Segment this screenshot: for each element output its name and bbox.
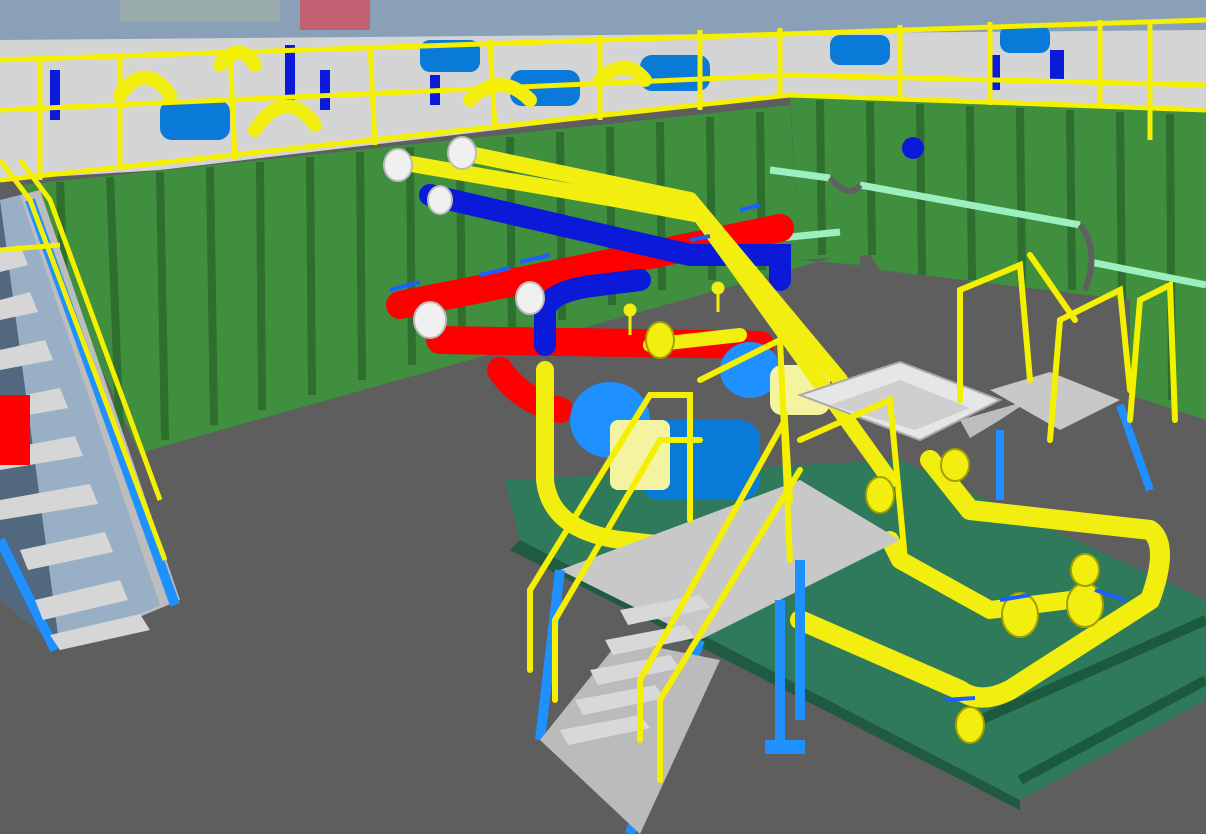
distant-container	[300, 0, 370, 30]
pump-motor-icon	[830, 35, 890, 65]
distant-container	[120, 0, 280, 22]
plant-3d-viewport[interactable]	[0, 0, 1206, 834]
pump-motor-icon	[160, 100, 230, 140]
pump-motor-icon	[1000, 25, 1050, 53]
indicator-ball	[902, 137, 924, 159]
